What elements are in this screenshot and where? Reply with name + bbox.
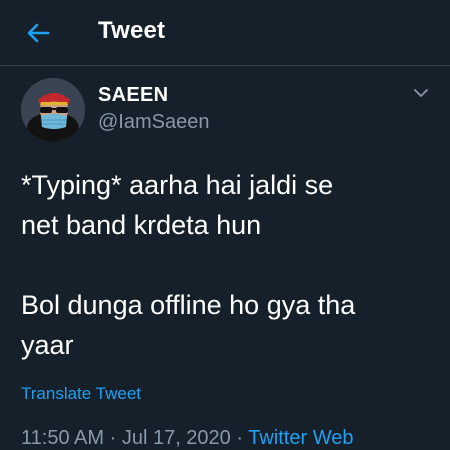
page-title: Tweet [98, 17, 166, 44]
chevron-down-icon [414, 89, 428, 97]
meta-separator: · [236, 427, 244, 449]
top-bar: Tweet [0, 0, 450, 66]
author-display-name[interactable]: SAEEN [98, 84, 168, 107]
tweet-text-line: net band krdeta hun [21, 210, 262, 240]
tweet-time[interactable]: 11:50 AM [21, 427, 104, 449]
tweet-source-link[interactable]: Twitter Web [248, 427, 353, 449]
tweet-metadata: 11:50 AM · Jul 17, 2020 · Twitter Web [21, 427, 353, 450]
tweet-text-line: yaar [21, 330, 74, 360]
back-button[interactable] [22, 18, 54, 48]
author-handle[interactable]: @IamSaeen [98, 111, 209, 134]
translate-tweet-link[interactable]: Translate Tweet [21, 384, 141, 404]
arrow-left-icon [27, 23, 50, 43]
meta-separator: · [109, 427, 117, 449]
avatar-icon [21, 78, 85, 142]
tweet-text: *Typing* aarha hai jaldi se net band krd… [21, 165, 436, 365]
tweet-text-line: *Typing* aarha hai jaldi se [21, 170, 334, 200]
tweet-text-line: Bol dunga offline ho gya tha [21, 290, 356, 320]
tweet-date[interactable]: Jul 17, 2020 [122, 427, 231, 449]
avatar[interactable] [21, 78, 85, 142]
more-options-button[interactable] [410, 84, 432, 102]
